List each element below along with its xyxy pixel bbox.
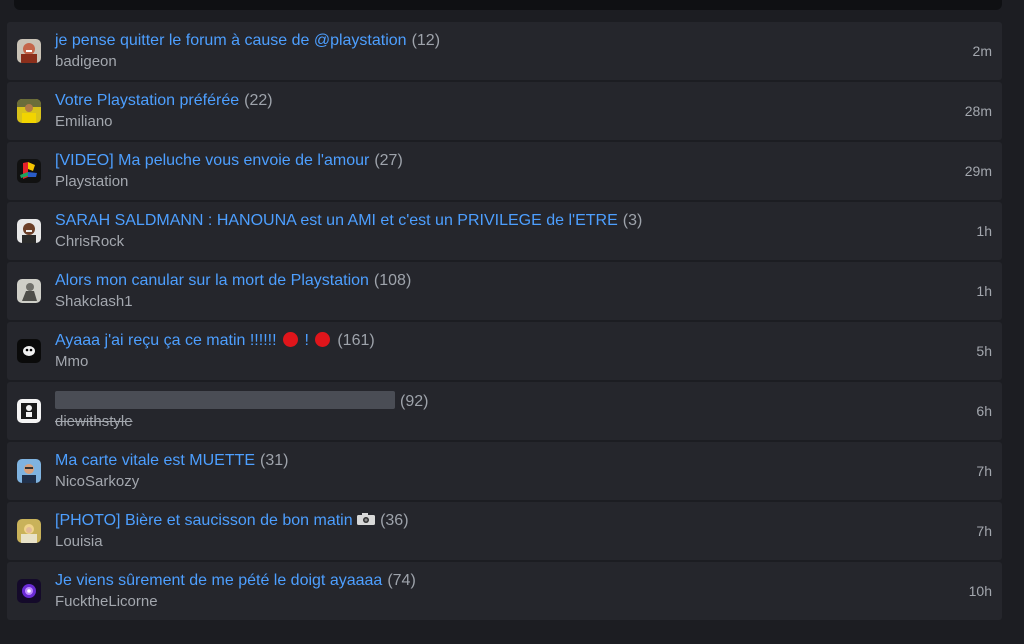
topic-title[interactable]: SARAH SALDMANN : HANOUNA est un AMI et c… [55, 212, 618, 229]
camera-icon [357, 513, 376, 525]
topic-author[interactable]: diewithstyle [55, 413, 133, 431]
post-count: (31) [260, 452, 289, 469]
topic-author[interactable]: Playstation [55, 173, 128, 191]
topic-time: 10h [968, 583, 992, 599]
topic-author[interactable]: Shakclash1 [55, 293, 133, 311]
topic-row[interactable]: Alors mon canular sur la mort de Playsta… [7, 262, 1002, 320]
topic-row[interactable]: SARAH SALDMANN : HANOUNA est un AMI et c… [7, 202, 1002, 260]
topic-row[interactable]: [VIDEO] Ma peluche vous envoie de l'amou… [7, 142, 1002, 200]
top-bar [14, 0, 1002, 10]
avatar-purple-glow-icon[interactable] [17, 579, 41, 603]
topic-title[interactable]: Ayaaa j'ai reçu ça ce matin !!!!!! [55, 332, 277, 349]
avatar-grey-figure-icon[interactable] [17, 279, 41, 303]
post-count: (22) [244, 92, 273, 109]
topic-author[interactable]: Mmo [55, 353, 88, 371]
topic-author[interactable]: badigeon [55, 53, 117, 71]
avatar-laughing-man-icon[interactable] [17, 39, 41, 63]
topic-title[interactable]: Ma carte vitale est MUETTE [55, 452, 255, 469]
topic-time: 7h [976, 523, 992, 539]
topic-time: 1h [976, 223, 992, 239]
topic-list: je pense quitter le forum à cause de @pl… [7, 22, 1002, 622]
post-count: (12) [411, 32, 441, 49]
topic-row[interactable]: Ayaaa j'ai reçu ça ce matin !!!!!! ! (16… [7, 322, 1002, 380]
topic-row[interactable]: Votre Playstation préférée (22) Emiliano … [7, 82, 1002, 140]
post-count: (74) [387, 572, 416, 589]
topic-author[interactable]: Louisia [55, 533, 103, 551]
avatar-sarkozy-icon[interactable] [17, 459, 41, 483]
topic-author[interactable]: ChrisRock [55, 233, 124, 251]
topic-time: 1h [976, 283, 992, 299]
topic-time: 2m [972, 43, 992, 59]
redacted-title-bar[interactable] [55, 391, 395, 409]
topic-row[interactable]: Je viens sûrement de me pété le doigt ay… [7, 562, 1002, 620]
topic-time: 29m [964, 163, 992, 179]
avatar-blonde-woman-icon[interactable] [17, 519, 41, 543]
post-count: (108) [373, 272, 412, 289]
topic-time: 28m [964, 103, 992, 119]
topic-row[interactable]: Ma carte vitale est MUETTE (31) NicoSarko… [7, 442, 1002, 500]
topic-row[interactable]: (92) diewithstyle 6h [7, 382, 1002, 440]
avatar-black-face-icon[interactable] [17, 339, 41, 363]
topic-title[interactable]: [VIDEO] Ma peluche vous envoie de l'amou… [55, 152, 369, 169]
red-circle-icon [315, 332, 331, 347]
topic-time: 5h [976, 343, 992, 359]
topic-title[interactable]: Alors mon canular sur la mort de Playsta… [55, 272, 369, 289]
topic-time: 6h [976, 403, 992, 419]
avatar-man-portrait-icon[interactable] [17, 219, 41, 243]
topic-row[interactable]: [PHOTO] Bière et saucisson de bon matin … [7, 502, 1002, 560]
topic-title[interactable]: Votre Playstation préférée [55, 92, 239, 109]
topic-author[interactable]: NicoSarkozy [55, 473, 139, 491]
topic-row[interactable]: je pense quitter le forum à cause de @pl… [7, 22, 1002, 80]
post-count: (161) [337, 332, 375, 349]
topic-time: 7h [976, 463, 992, 479]
topic-title[interactable]: je pense quitter le forum à cause de @pl… [55, 32, 407, 49]
topic-title-exclamation[interactable]: ! [304, 332, 308, 349]
topic-author[interactable]: Emiliano [55, 113, 113, 131]
topic-title[interactable]: [PHOTO] Bière et saucisson de bon matin [55, 512, 353, 529]
topic-author[interactable]: FucktheLicorne [55, 593, 158, 611]
avatar-yellow-jersey-icon[interactable] [17, 99, 41, 123]
post-count: (36) [380, 512, 409, 529]
topic-title[interactable]: Je viens sûrement de me pété le doigt ay… [55, 572, 382, 589]
red-circle-icon [282, 332, 298, 347]
post-count: (27) [374, 152, 403, 169]
avatar-playstation-logo-icon[interactable] [17, 159, 41, 183]
post-count: (92) [400, 393, 429, 410]
avatar-bw-figure-icon[interactable] [17, 399, 41, 423]
post-count: (3) [622, 212, 643, 229]
